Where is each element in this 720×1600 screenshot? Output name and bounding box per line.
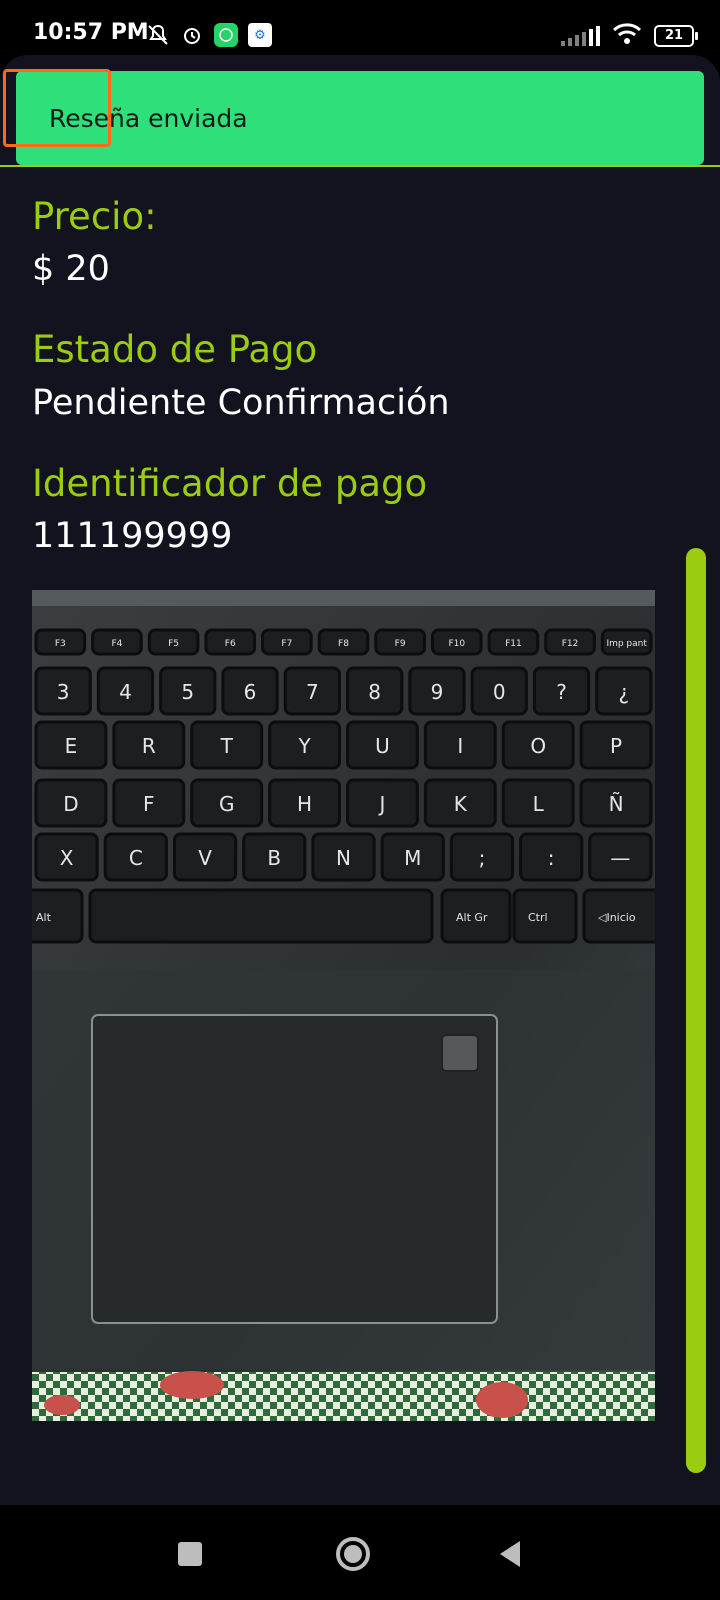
key-label: — [610,846,630,870]
toast-divider [0,165,720,167]
payment-id-label: Identificador de pago [32,462,428,505]
key-label: F6 [225,639,236,649]
battery-icon: 21 [654,25,698,47]
key-label: Alt [36,911,52,924]
key-label: F7 [281,639,292,649]
key-label: F11 [505,639,522,649]
key-label: V [198,846,212,870]
key-label: 8 [368,680,381,704]
key-label: E [65,734,78,758]
key-label: M [404,846,421,870]
key-label: G [219,792,235,816]
silent-icon [146,23,170,47]
payment-photo: F3 F4 F5 F6 F7 F8 F9 F10 F11 F12 Imp pant 3 4 5 6 7 8 9 0?… [32,590,655,1421]
key-label: F9 [395,639,406,649]
laptop-photo: F3 F4 F5 F6 F7 F8 F9 F10 F11 F12 Imp pant 3 4 5 6 7 8 9 0?… [32,590,655,1421]
key-label: C [129,846,143,870]
key-label: 5 [181,680,194,704]
key-label: F12 [562,639,579,649]
focus-highlight [3,69,111,147]
key-label: K [454,792,468,816]
key-label: 3 [57,680,70,704]
key-label: ? [556,680,567,704]
key-label: ; [479,846,486,870]
key-label: L [533,792,545,816]
signal-icon [561,26,600,46]
app-content: Reseña enviada Precio: $ 20 Estado de Pa… [0,55,720,1505]
app-icon: ⚙ [248,23,272,47]
key-label: N [336,846,351,870]
toast-banner[interactable]: Reseña enviada [16,71,704,165]
key-label: ◁Inicio [598,911,636,924]
key-label: I [457,734,463,758]
key-label: 4 [119,680,132,704]
home-icon[interactable] [334,1535,372,1573]
key-label: P [610,734,622,758]
payment-status-label: Estado de Pago [32,328,318,371]
key-space [88,888,434,944]
key-label: F3 [55,639,66,649]
key-label: Y [297,734,311,758]
payment-id-value: 111199999 [32,516,233,556]
key-label: Imp pant [606,639,647,649]
key-label: R [142,734,156,758]
key-label: U [375,734,390,758]
key-label: Alt Gr [456,911,488,924]
key-label: 9 [431,680,444,704]
wifi-icon [612,22,642,50]
navigation-bar [0,1505,720,1600]
whatsapp-icon [214,23,238,47]
recents-icon[interactable] [171,1535,209,1573]
key-label: 7 [306,680,319,704]
key-label: 0 [493,680,506,704]
key-label: 6 [244,680,257,704]
status-time: 10:57 PM [33,20,149,45]
key-label: F [143,792,155,816]
scrollbar[interactable] [686,548,706,1473]
key-label: F4 [112,639,123,649]
status-right: 21 [561,22,698,50]
key-label: H [297,792,312,816]
key-label: F10 [448,639,465,649]
key-label: Ctrl [528,911,548,924]
key-label: X [60,846,74,870]
key-label: T [220,734,234,758]
back-icon[interactable] [492,1535,530,1573]
key-label: B [267,846,281,870]
price-value: $ 20 [32,249,110,289]
key-label: ¿ [619,680,630,704]
payment-status-value: Pendiente Confirmación [32,383,450,423]
key-label: F8 [338,639,349,649]
key-label: J [377,792,385,816]
alarm-icon [180,23,204,47]
key-label: D [63,792,78,816]
key-label: : [548,846,555,870]
key-label: O [530,734,546,758]
key-label: Ñ [609,792,624,816]
status-icons: ⚙ [146,20,272,50]
price-label: Precio: [32,195,157,238]
key-label: F5 [168,639,179,649]
